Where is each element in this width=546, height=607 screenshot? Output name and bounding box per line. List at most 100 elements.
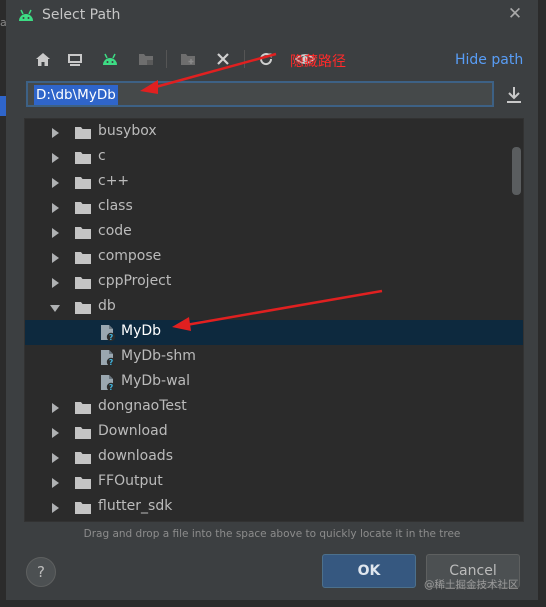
tree-item-label: dongnaoTest [98,398,187,414]
help-button[interactable]: ? [26,557,56,587]
svg-text:?: ? [109,333,113,342]
title-bar: Select Path ✕ [6,0,538,32]
tree-item-label: Download [98,423,168,439]
download-icon [507,87,521,103]
tree-item-label: cppProject [98,273,172,289]
chevron-right-icon[interactable] [52,503,59,513]
folder-icon [75,127,91,139]
folder-icon [75,177,91,189]
select-path-dialog: Select Path ✕ 隐藏路径 Hide path D:\db\MyDb … [6,0,539,600]
tree-item-label: class [98,198,133,214]
refresh-button[interactable] [255,48,277,70]
chevron-right-icon[interactable] [52,203,59,213]
tree-folder-row[interactable]: flutter_sdk [25,495,523,520]
path-input[interactable] [26,81,494,107]
new-folder-icon [181,54,195,65]
tree-item-label: code [98,223,132,239]
tree-scrollbar[interactable] [512,147,521,195]
tree-item-label: MyDb-shm [121,348,196,364]
tree-item-label: c [98,148,106,164]
home-icon [36,52,50,66]
svg-text:?: ? [109,358,113,367]
toolbar-separator [166,50,167,68]
tree-item-label: flutter_sdk [98,498,173,514]
chevron-right-icon[interactable] [52,278,59,288]
module-folder-icon [139,54,153,65]
close-icon: ✕ [507,4,523,24]
tree-item-label: downloads [98,448,173,464]
tree-folder-row[interactable]: downloads [25,445,523,470]
tree-folder-row[interactable]: c++ [25,170,523,195]
chevron-right-icon[interactable] [52,403,59,413]
folder-icon [75,502,91,514]
android-icon [103,53,117,65]
tree-folder-row[interactable]: FFOutput [25,470,523,495]
tree-folder-row[interactable]: Download [25,420,523,445]
watermark: @稀土掘金技术社区 [424,579,519,591]
tree-item-label: FFOutput [98,473,163,489]
unknown-file-icon: ? [101,325,116,342]
home-button[interactable] [32,48,54,70]
desktop-button[interactable] [64,48,86,70]
folder-icon [75,227,91,239]
module-button[interactable] [135,48,157,70]
tree-file-row[interactable]: ? MyDb-shm [25,345,523,370]
tree-file-row[interactable]: ? MyDb [25,320,523,345]
toolbar-separator [244,50,245,68]
folder-icon [75,202,91,214]
tree-folder-row[interactable]: code [25,220,523,245]
tree-folder-row[interactable]: busybox [25,120,523,145]
background-ide-panel-right [538,0,546,607]
chevron-right-icon[interactable] [52,453,59,463]
folder-icon [75,277,91,289]
folder-icon [75,427,91,439]
project-button[interactable] [99,48,121,70]
dialog-title: Select Path [42,7,121,23]
tree-item-label: busybox [98,123,157,139]
tree-item-label: MyDb-wal [121,373,191,389]
chevron-right-icon[interactable] [52,178,59,188]
refresh-icon [260,53,273,66]
tree-item-label: compose [98,248,162,264]
file-tree[interactable]: busybox c c++ class code compose cppProject db?… [24,118,524,522]
tree-folder-row[interactable]: c [25,145,523,170]
tree-folder-row[interactable]: db [25,295,523,320]
tree-folder-row[interactable]: dongnaoTest [25,395,523,420]
unknown-file-icon: ? [101,350,116,367]
new-folder-button[interactable] [177,48,199,70]
chevron-right-icon[interactable] [52,228,59,238]
tree-item-label: c++ [98,173,130,189]
delete-button[interactable] [212,48,234,70]
ok-button[interactable]: OK [322,554,416,588]
hide-path-link[interactable]: Hide path [455,52,523,68]
chevron-right-icon[interactable] [52,253,59,263]
folder-icon [75,152,91,164]
folder-icon [75,452,91,464]
svg-text:?: ? [109,383,113,392]
folder-icon [75,402,91,414]
chevron-right-icon[interactable] [52,153,59,163]
tree-folder-row[interactable]: compose [25,245,523,270]
chevron-right-icon[interactable] [52,128,59,138]
chevron-down-icon[interactable] [50,305,60,312]
download-button[interactable] [504,84,524,106]
unknown-file-icon: ? [101,375,116,392]
folder-icon [75,302,91,314]
folder-icon [75,252,91,264]
toolbar: 隐藏路径 Hide path [6,44,538,74]
tree-item-label: MyDb [121,323,162,339]
bottom-edge [0,600,546,607]
drag-drop-hint: Drag and drop a file into the space abov… [83,528,461,540]
tree-folder-row[interactable]: cppProject [25,270,523,295]
android-studio-icon [17,7,35,23]
tree-folder-row[interactable]: class [25,195,523,220]
folder-icon [75,477,91,489]
delete-icon [217,53,229,65]
close-button[interactable]: ✕ [506,4,524,24]
tree-item-label: db [98,298,116,314]
chevron-right-icon[interactable] [52,428,59,438]
annotation-hide-path: 隐藏路径 [290,54,346,70]
chevron-right-icon[interactable] [52,478,59,488]
tree-file-row[interactable]: ? MyDb-wal [25,370,523,395]
desktop-icon [68,53,82,66]
